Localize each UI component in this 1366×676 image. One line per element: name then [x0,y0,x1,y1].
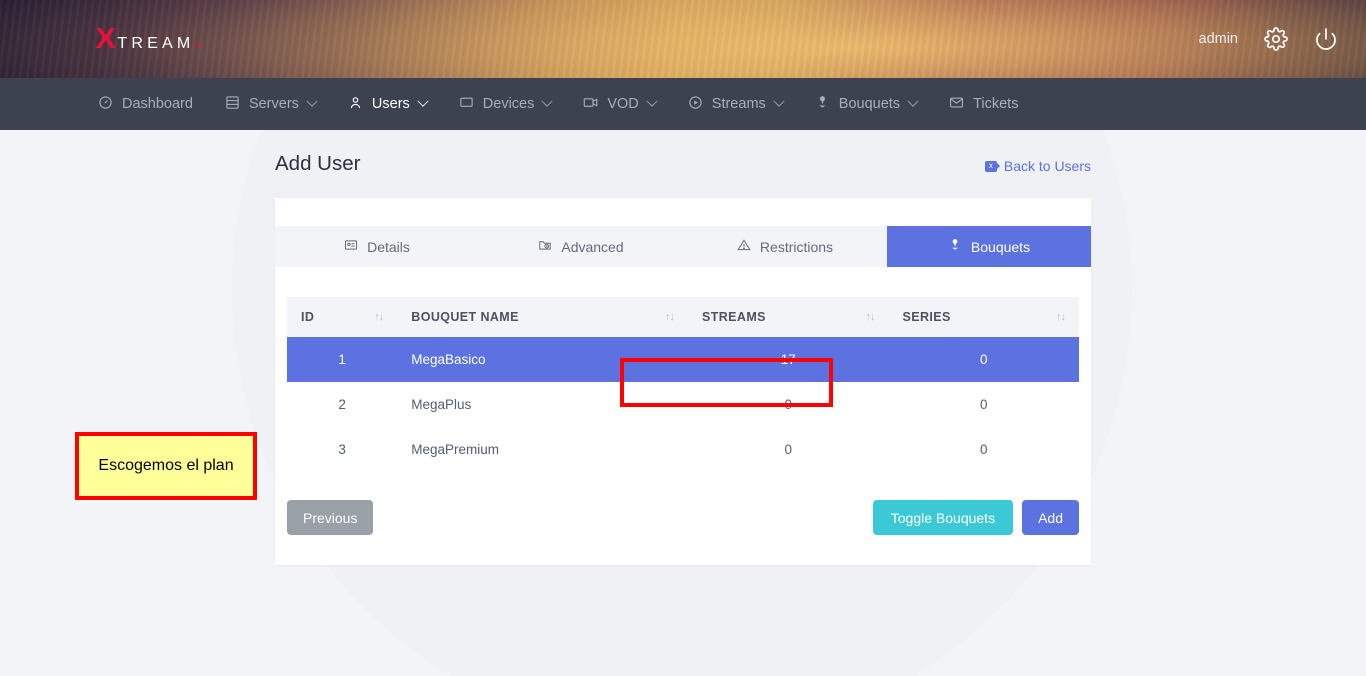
chevron-down-icon [773,95,785,107]
tab-label: Details [367,238,410,255]
sort-icon[interactable]: ↑↓ [1034,311,1066,323]
column-header-bouquet-name[interactable]: BOUQUET NAME ↑↓ [397,297,688,337]
sort-icon[interactable]: ↑↓ [352,311,384,323]
nav-label: Devices [482,96,535,112]
column-label: ID [301,310,315,324]
add-button[interactable]: Add [1022,500,1079,535]
chevron-down-icon [907,95,919,107]
cell-bouquet-name: MegaPlus [411,397,472,412]
nav-label: Dashboard [122,96,193,112]
annotation-callout: Escogemos el plan [75,432,257,500]
dashboard-icon [98,95,113,114]
xtream-logo[interactable]: X TREAM ® [95,22,202,55]
tab-label: Restrictions [759,238,834,255]
id-card-icon [344,238,358,255]
cell-streams: 17 [780,352,796,367]
logo-wordmark: TREAM [117,34,195,52]
nav-item-devices[interactable]: Devices [443,78,568,130]
cell-series: 0 [979,397,988,412]
video-icon [583,95,598,114]
column-label: BOUQUET NAME [411,310,519,324]
user-icon [348,95,363,114]
nav-label: VOD [607,96,639,112]
column-header-series[interactable]: SERIES ↑↓ [888,297,1079,337]
nav-item-streams[interactable]: Streams [672,78,799,130]
table-row[interactable]: 1 MegaBasico 17 0 [287,337,1079,382]
column-label: SERIES [902,310,951,324]
bouquets-table: ID ↑↓ BOUQUET NAME ↑↓ STREAMS ↑↓ SERIES … [287,297,1079,472]
nav-item-tickets[interactable]: Tickets [933,78,1034,130]
play-circle-icon [688,95,703,114]
page-header: Add User x Back to Users [275,152,1091,176]
back-link-label: Back to Users [1003,158,1091,174]
bouquets-table-container: ID ↑↓ BOUQUET NAME ↑↓ STREAMS ↑↓ SERIES … [275,267,1091,472]
logo-x-letter: X [95,22,116,55]
nav-item-dashboard[interactable]: Dashboard [82,78,209,130]
cell-streams: 0 [784,397,792,412]
chevron-down-icon [417,95,429,107]
admin-username[interactable]: admin [1199,31,1239,47]
back-to-users-link[interactable]: x Back to Users [984,158,1091,176]
add-user-card: Details Advanced Restrictions Bouquets I… [275,198,1091,565]
chevron-down-icon [646,95,658,107]
table-row[interactable]: 2 MegaPlus 0 0 [287,382,1079,427]
cell-id: 1 [338,352,346,367]
page-body: Escogemos el plan Add User x Back to Use… [0,130,1366,676]
device-icon [459,95,474,114]
sort-icon[interactable]: ↑↓ [843,311,875,323]
mail-icon [949,95,964,114]
table-header-row: ID ↑↓ BOUQUET NAME ↑↓ STREAMS ↑↓ SERIES … [287,297,1079,337]
bouquet-icon [815,95,830,114]
tab-details[interactable]: Details [275,226,479,267]
column-header-id[interactable]: ID ↑↓ [287,297,398,337]
tab-advanced[interactable]: Advanced [479,226,683,267]
tab-label: Advanced [561,238,624,255]
cell-series: 0 [979,442,988,457]
table-row[interactable]: 3 MegaPremium 0 0 [287,427,1079,472]
cell-bouquet-name: MegaBasico [411,352,486,367]
chevron-down-icon [306,95,318,107]
nav-label: Streams [711,96,766,112]
cell-series: 0 [979,352,988,367]
card-actions: Previous Toggle Bouquets Add [275,472,1091,565]
column-header-streams[interactable]: STREAMS ↑↓ [687,297,889,337]
nav-item-vod[interactable]: VOD [567,78,671,130]
column-label: STREAMS [701,310,766,324]
cell-bouquet-name: MegaPremium [411,442,500,457]
back-arrow-icon: x [984,160,997,172]
cell-streams: 0 [784,442,792,457]
annotation-text: Escogemos el plan [98,457,234,474]
nav-label: Bouquets [838,96,901,112]
tab-label: Bouquets [970,238,1031,255]
previous-button[interactable]: Previous [287,500,374,535]
tab-bouquets[interactable]: Bouquets [887,226,1091,267]
servers-icon [225,95,240,114]
logo-trademark: ® [195,40,202,50]
page-title: Add User [275,152,361,175]
gear-icon[interactable] [1264,27,1288,51]
warning-triangle-icon [737,238,751,255]
nav-label: Users [371,96,410,112]
cell-id: 3 [338,442,346,457]
table-body: 1 MegaBasico 17 0 2 MegaPlus 0 0 3 MegaP… [287,337,1079,472]
bouquet-icon [948,238,962,255]
cell-id: 2 [338,397,346,412]
card-top-spacer [275,198,1091,226]
power-icon[interactable] [1314,27,1338,51]
top-banner: X TREAM ® admin [0,0,1366,78]
nav-item-bouquets[interactable]: Bouquets [799,78,933,130]
nav-label: Servers [248,96,299,112]
toggle-bouquets-button[interactable]: Toggle Bouquets [872,500,1014,535]
nav-item-users[interactable]: Users [332,78,443,130]
nav-label: Tickets [973,96,1019,112]
tab-restrictions[interactable]: Restrictions [683,226,887,267]
table-header: ID ↑↓ BOUQUET NAME ↑↓ STREAMS ↑↓ SERIES … [287,297,1079,337]
form-tabs: Details Advanced Restrictions Bouquets [275,226,1091,267]
chevron-down-icon [541,95,554,107]
nav-item-servers[interactable]: Servers [209,78,332,130]
main-navigation: Dashboard Servers Users Devices VOD Stre… [0,78,1366,139]
folder-clock-icon [538,238,552,255]
sort-icon[interactable]: ↑↓ [643,311,675,323]
